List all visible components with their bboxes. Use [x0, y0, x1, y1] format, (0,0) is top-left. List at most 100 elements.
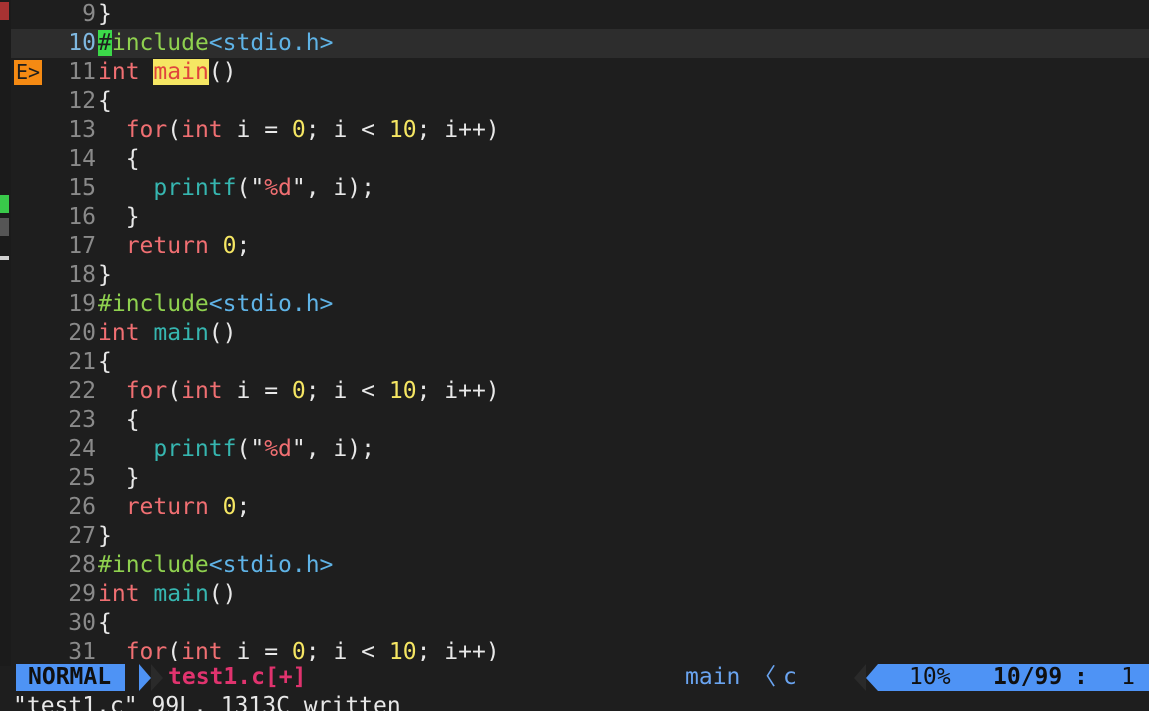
background-edge-mark-grey — [0, 218, 9, 236]
code-token: int — [98, 59, 140, 85]
separator-arrow — [151, 664, 163, 691]
line-number: 15 — [68, 175, 96, 201]
code-text: for(int i = 0; i < 10; i++) — [98, 638, 500, 661]
code-text: for(int i = 0; i < 10; i++) — [98, 116, 500, 145]
code-token: 10 — [388, 117, 417, 143]
code-text: } — [98, 464, 140, 493]
code-line[interactable]: 19 #include<stdio.h> — [11, 290, 1149, 319]
line-number: 23 — [68, 407, 96, 433]
code-token: { — [98, 88, 112, 114]
code-line[interactable]: 22 for(int i = 0; i < 10; i++) — [11, 377, 1149, 406]
code-token: } — [98, 1, 112, 27]
line-number: 24 — [68, 436, 96, 462]
code-text: int main() — [98, 58, 237, 87]
line-number: 16 — [68, 204, 96, 230]
code-token: (" — [236, 175, 265, 201]
code-text: int main() — [98, 319, 237, 348]
code-line[interactable]: 10 #include<stdio.h> — [11, 29, 1149, 58]
code-line[interactable]: 20 int main() — [11, 319, 1149, 348]
file-name[interactable]: test1.c[+] — [168, 664, 306, 691]
text-cursor: # — [98, 30, 112, 56]
code-line[interactable]: 14 { — [11, 145, 1149, 174]
code-token: () — [208, 59, 237, 85]
line-number: 17 — [68, 233, 96, 259]
code-token: 0 — [291, 639, 306, 661]
code-token: ; — [236, 233, 251, 259]
error-sign-icon: E> — [14, 60, 42, 85]
code-token: ; i++) — [416, 117, 500, 143]
search-match: main — [153, 59, 209, 85]
code-text: return 0; — [98, 232, 251, 261]
code-token: return — [125, 233, 209, 259]
code-token: ; i++) — [416, 639, 500, 661]
code-line[interactable]: 29 int main() — [11, 580, 1149, 609]
code-token: i = — [222, 639, 292, 661]
code-token: ( — [167, 378, 182, 404]
code-token: { — [98, 146, 140, 172]
code-line[interactable]: 15 printf("%d", i); — [11, 174, 1149, 203]
code-token: %d — [264, 175, 292, 201]
code-line[interactable]: 9} — [11, 0, 1149, 29]
code-token: return — [125, 494, 209, 520]
code-token: 0 — [291, 378, 306, 404]
code-text: #include<stdio.h> — [98, 29, 333, 58]
code-line[interactable]: 28 #include<stdio.h> — [11, 551, 1149, 580]
code-line[interactable]: 13 for(int i = 0; i < 10; i++) — [11, 116, 1149, 145]
code-token: ; i < — [305, 117, 389, 143]
code-token: ", i); — [291, 175, 375, 201]
line-number: 11 — [68, 59, 96, 85]
code-line[interactable]: 16 } — [11, 203, 1149, 232]
line-number: 28 — [68, 552, 96, 578]
code-line[interactable]: 27} — [11, 522, 1149, 551]
line-number: 29 — [68, 581, 96, 607]
code-token: int — [181, 639, 223, 661]
code-line[interactable]: 24 printf("%d", i); — [11, 435, 1149, 464]
code-token: ; i < — [305, 639, 389, 661]
code-text: { — [98, 348, 112, 377]
line-number: 22 — [68, 378, 96, 404]
code-token: ; i++) — [416, 378, 500, 404]
code-token: #include — [98, 552, 209, 578]
code-token: ( — [167, 117, 182, 143]
command-line[interactable]: "test1.c" 99L, 1313C written — [13, 693, 1149, 711]
line-number: 12 — [68, 88, 96, 114]
code-line[interactable]: 18} — [11, 261, 1149, 290]
column-number: 1 — [1121, 664, 1135, 690]
code-line[interactable]: 12{ — [11, 87, 1149, 116]
background-edge-mark-red — [0, 2, 9, 20]
code-line[interactable]: 25 } — [11, 464, 1149, 493]
code-token: } — [98, 262, 112, 288]
status-line: NORMAL test1.c[+] main 〈 c 10% 10/99 : 1 — [11, 662, 1149, 693]
code-token: i = — [222, 378, 292, 404]
code-token: (" — [236, 436, 265, 462]
code-text: #include<stdio.h> — [98, 290, 333, 319]
scroll-percent: 10% — [909, 664, 951, 690]
code-line[interactable]: 21{ — [11, 348, 1149, 377]
code-line[interactable]: 31 for(int i = 0; i < 10; i++) — [11, 638, 1149, 661]
code-line[interactable]: E> 11 int main() — [11, 58, 1149, 87]
background-window-edge — [0, 0, 11, 666]
code-line[interactable]: 23 { — [11, 406, 1149, 435]
code-text: } — [98, 0, 112, 29]
code-token: ", i); — [291, 436, 375, 462]
code-line[interactable]: 17 return 0; — [11, 232, 1149, 261]
code-token: #include — [98, 291, 209, 317]
code-token: int — [181, 117, 223, 143]
cursor-position: 10% 10/99 : 1 — [878, 664, 1149, 691]
code-line[interactable]: 30{ — [11, 609, 1149, 638]
code-token: } — [98, 523, 112, 549]
code-token: { — [98, 349, 112, 375]
code-token: i = — [222, 117, 292, 143]
code-text: printf("%d", i); — [98, 174, 375, 203]
code-line[interactable]: 26 return 0; — [11, 493, 1149, 522]
code-editor[interactable]: 9} 10 #include<stdio.h> E> 11 int main() 12{13… — [11, 0, 1149, 661]
code-token: main — [153, 581, 209, 607]
code-token: printf — [153, 175, 237, 201]
